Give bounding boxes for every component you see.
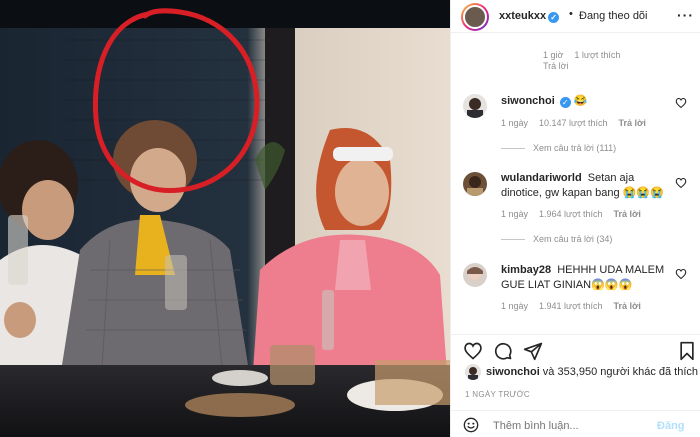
emoji-icon[interactable] bbox=[463, 417, 479, 433]
liked-by-summary[interactable]: siwonchoi và 353,950 người khác đã thích bbox=[465, 364, 700, 380]
comment-text: kimbay28 HEHHH UDA MALEM GUE LIAT GINIAN… bbox=[501, 263, 673, 293]
heart-icon[interactable] bbox=[463, 341, 483, 361]
bookmark-icon[interactable] bbox=[677, 341, 697, 361]
comment-meta: 1 ngày 1.964 lượt thích Trả lời bbox=[501, 209, 652, 219]
view-replies-button[interactable]: Xem câu trả lời (34) bbox=[501, 234, 612, 244]
comment-likes[interactable]: 1 lượt thích bbox=[574, 50, 620, 60]
divider-line bbox=[501, 238, 525, 240]
commenter-username[interactable]: siwonchoi bbox=[501, 95, 555, 107]
view-replies-button[interactable]: Xem câu trả lời (111) bbox=[501, 143, 616, 153]
share-icon[interactable] bbox=[523, 341, 543, 361]
comment-text: siwonchoi ✓ 😂 bbox=[501, 94, 673, 109]
add-comment-bar: Đăng bbox=[451, 410, 700, 437]
verified-badge-icon: ✓ bbox=[559, 97, 571, 108]
reply-button[interactable]: Trả lời bbox=[614, 209, 641, 219]
view-replies-label[interactable]: Xem câu trả lời (34) bbox=[533, 234, 612, 244]
profile-avatar[interactable] bbox=[461, 3, 489, 31]
following-button[interactable]: Đang theo dõi bbox=[579, 10, 648, 22]
comment-time: 1 ngày bbox=[501, 118, 529, 128]
post-image[interactable] bbox=[0, 0, 450, 437]
commenter-avatar[interactable] bbox=[463, 94, 487, 118]
comment-body: 😂 bbox=[573, 95, 588, 107]
commenter-avatar[interactable] bbox=[463, 263, 487, 287]
comment-text: wulandariworld Setan aja dinotice, gw ka… bbox=[501, 171, 673, 201]
video-still bbox=[0, 0, 450, 437]
like-comment-heart-icon[interactable] bbox=[675, 268, 687, 280]
post-actions-bar bbox=[451, 334, 700, 364]
comment-likes[interactable]: 10.147 lượt thích bbox=[539, 118, 607, 128]
reply-button[interactable]: Trả lời bbox=[543, 61, 569, 71]
comment-meta: 1 ngày 10.147 lượt thích Trả lời bbox=[501, 118, 657, 128]
liked-by-username[interactable]: siwonchoi bbox=[486, 366, 540, 378]
comment-icon[interactable] bbox=[493, 341, 513, 361]
comment-likes[interactable]: 1.964 lượt thích bbox=[539, 209, 602, 219]
commenter-avatar[interactable] bbox=[463, 172, 487, 196]
post-side-panel: xxteukxx ✓ • Đang theo dõi ··· 1 giờ 1 lượ… bbox=[450, 0, 700, 437]
comment-time: 1 ngày bbox=[501, 301, 529, 311]
comment-time: 1 giờ bbox=[543, 50, 564, 60]
comments-list[interactable]: 1 giờ 1 lượt thích Trả lời siwonchoi ✓ 😂 1… bbox=[451, 34, 700, 334]
separator-dot: • bbox=[569, 8, 573, 20]
commenter-username[interactable]: kimbay28 bbox=[501, 264, 551, 276]
liked-by-avatar bbox=[465, 364, 481, 380]
like-comment-heart-icon[interactable] bbox=[675, 177, 687, 189]
more-horizontal-icon[interactable]: ··· bbox=[677, 7, 694, 23]
liked-by-text[interactable]: và 353,950 người khác đã thích bbox=[543, 366, 698, 378]
post-comment-button[interactable]: Đăng bbox=[657, 420, 685, 432]
post-header: xxteukxx ✓ • Đang theo dõi ··· bbox=[451, 0, 700, 33]
post-author[interactable]: xxteukxx ✓ bbox=[499, 10, 560, 23]
divider-line bbox=[501, 147, 525, 149]
comment-meta: 1 ngày 1.941 lượt thích Trả lời bbox=[501, 301, 652, 311]
verified-badge-icon: ✓ bbox=[548, 12, 560, 23]
post-author-username[interactable]: xxteukxx bbox=[499, 10, 546, 22]
previous-comment-meta: 1 giờ 1 lượt thích bbox=[543, 50, 631, 60]
comment-likes[interactable]: 1.941 lượt thích bbox=[539, 301, 602, 311]
comment-input[interactable] bbox=[493, 420, 643, 432]
post-timestamp[interactable]: 1 NGÀY TRƯỚC bbox=[465, 390, 530, 399]
reply-button[interactable]: Trả lời bbox=[614, 301, 641, 311]
comment-time: 1 ngày bbox=[501, 209, 529, 219]
view-replies-label[interactable]: Xem câu trả lời (111) bbox=[533, 143, 616, 153]
reply-button[interactable]: Trả lời bbox=[619, 118, 646, 128]
like-comment-heart-icon[interactable] bbox=[675, 97, 687, 109]
commenter-username[interactable]: wulandariworld bbox=[501, 172, 582, 184]
